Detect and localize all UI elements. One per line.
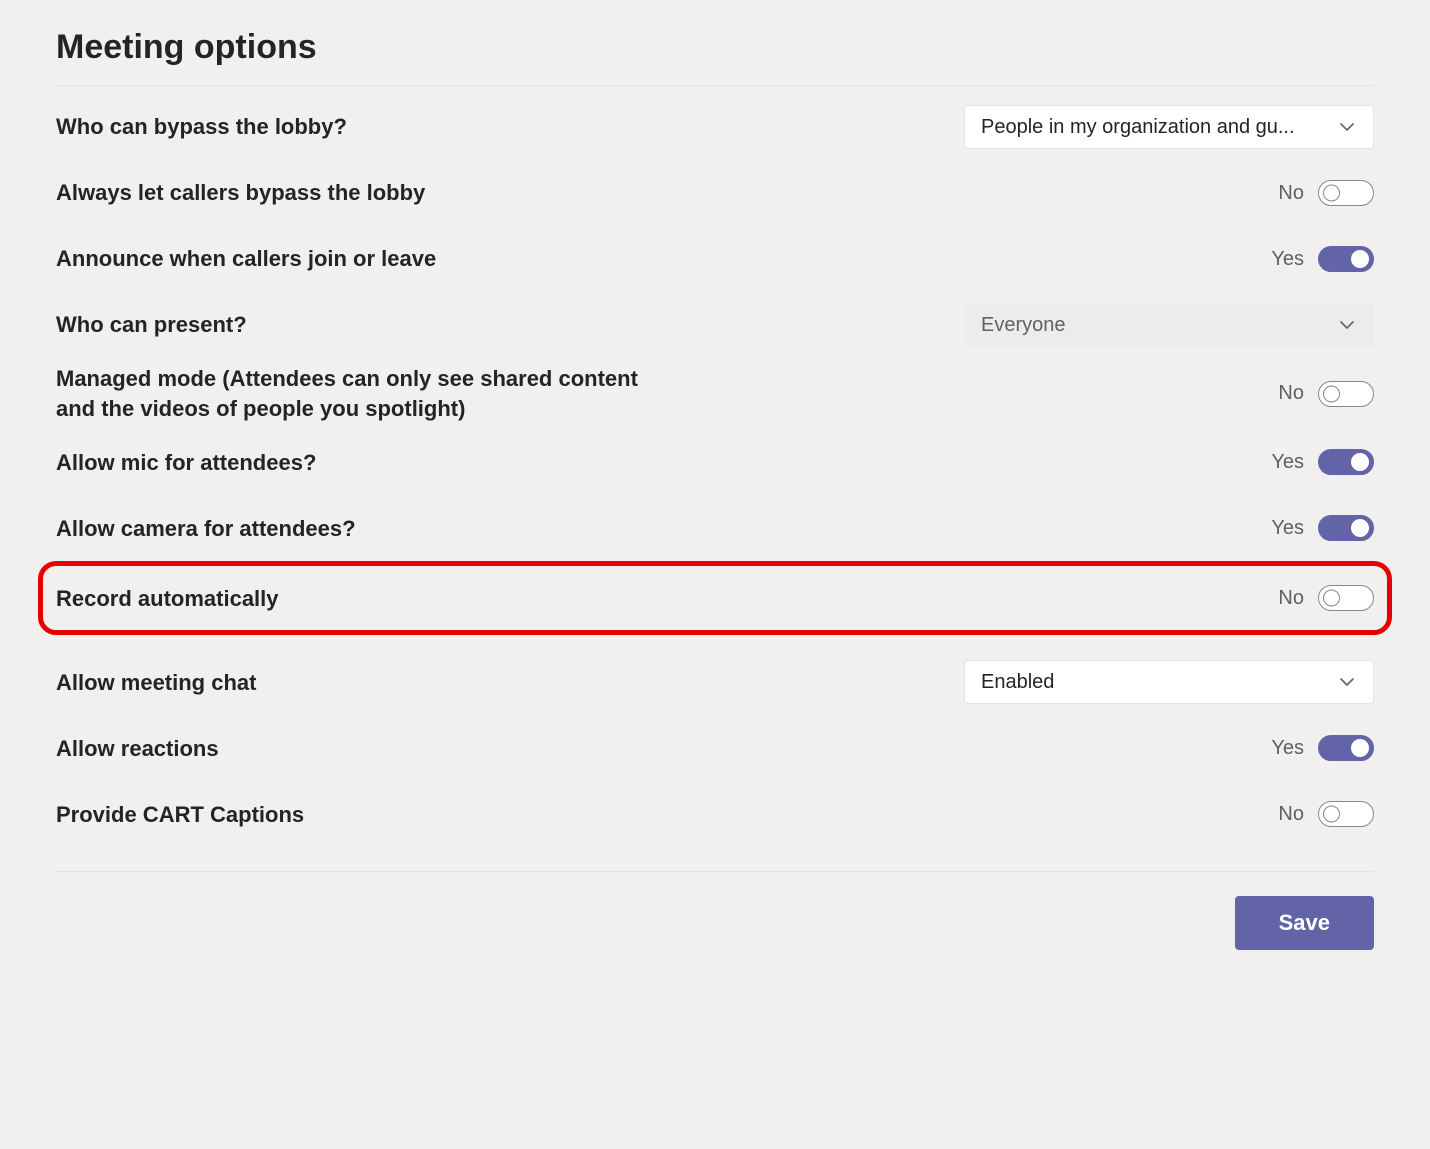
label-meeting-chat: Allow meeting chat (56, 668, 256, 698)
toggle-managed-mode[interactable] (1318, 381, 1374, 407)
label-cart-captions: Provide CART Captions (56, 800, 304, 830)
toggle-label-allow-mic: Yes (1271, 451, 1304, 474)
control-allow-reactions: Yes (1271, 735, 1374, 761)
footer: Save (56, 896, 1374, 950)
chevron-down-icon (1339, 119, 1355, 135)
control-record-auto: No (1278, 585, 1374, 611)
label-allow-camera: Allow camera for attendees? (56, 514, 356, 544)
dropdown-bypass-lobby-value: People in my organization and gu... (981, 116, 1339, 139)
label-callers-bypass: Always let callers bypass the lobby (56, 178, 425, 208)
control-callers-bypass: No (1278, 180, 1374, 206)
dropdown-bypass-lobby[interactable]: People in my organization and gu... (964, 105, 1374, 149)
label-bypass-lobby: Who can bypass the lobby? (56, 112, 347, 142)
control-managed-mode: No (1278, 381, 1374, 407)
toggle-announce[interactable] (1318, 246, 1374, 272)
row-allow-camera: Allow camera for attendees? Yes (56, 495, 1374, 561)
dropdown-meeting-chat-value: Enabled (981, 671, 1339, 694)
dropdown-present-value: Everyone (981, 314, 1339, 337)
label-record-auto: Record automatically (56, 584, 279, 614)
row-present: Who can present? Everyone (56, 292, 1374, 358)
label-allow-reactions: Allow reactions (56, 734, 219, 764)
options-list: Who can bypass the lobby? People in my o… (56, 94, 1374, 847)
control-cart-captions: No (1278, 801, 1374, 827)
divider-bottom (56, 871, 1374, 872)
toggle-label-managed-mode: No (1278, 382, 1304, 405)
toggle-record-auto[interactable] (1318, 585, 1374, 611)
control-announce: Yes (1271, 246, 1374, 272)
label-announce: Announce when callers join or leave (56, 244, 436, 274)
row-record-auto: Record automatically No (56, 565, 1374, 631)
chevron-down-icon (1339, 317, 1355, 333)
row-managed-mode: Managed mode (Attendees can only see sha… (56, 358, 1374, 429)
chevron-down-icon (1339, 674, 1355, 690)
toggle-label-callers-bypass: No (1278, 182, 1304, 205)
control-allow-mic: Yes (1271, 449, 1374, 475)
toggle-allow-camera[interactable] (1318, 515, 1374, 541)
page-title: Meeting options (56, 28, 1374, 67)
toggle-allow-reactions[interactable] (1318, 735, 1374, 761)
label-managed-mode: Managed mode (Attendees can only see sha… (56, 364, 676, 423)
meeting-options-page: Meeting options Who can bypass the lobby… (0, 0, 1430, 1149)
label-present: Who can present? (56, 310, 247, 340)
row-meeting-chat: Allow meeting chat Enabled (56, 649, 1374, 715)
dropdown-present[interactable]: Everyone (964, 303, 1374, 347)
row-allow-reactions: Allow reactions Yes (56, 715, 1374, 781)
toggle-label-allow-reactions: Yes (1271, 737, 1304, 760)
toggle-label-record-auto: No (1278, 587, 1304, 610)
toggle-callers-bypass[interactable] (1318, 180, 1374, 206)
save-button[interactable]: Save (1235, 896, 1374, 950)
row-callers-bypass: Always let callers bypass the lobby No (56, 160, 1374, 226)
toggle-allow-mic[interactable] (1318, 449, 1374, 475)
dropdown-meeting-chat[interactable]: Enabled (964, 660, 1374, 704)
toggle-label-allow-camera: Yes (1271, 517, 1304, 540)
label-allow-mic: Allow mic for attendees? (56, 448, 316, 478)
row-cart-captions: Provide CART Captions No (56, 781, 1374, 847)
divider-top (56, 85, 1374, 86)
toggle-label-announce: Yes (1271, 248, 1304, 271)
row-announce: Announce when callers join or leave Yes (56, 226, 1374, 292)
toggle-label-cart-captions: No (1278, 803, 1304, 826)
row-allow-mic: Allow mic for attendees? Yes (56, 429, 1374, 495)
row-bypass-lobby: Who can bypass the lobby? People in my o… (56, 94, 1374, 160)
control-allow-camera: Yes (1271, 515, 1374, 541)
toggle-cart-captions[interactable] (1318, 801, 1374, 827)
